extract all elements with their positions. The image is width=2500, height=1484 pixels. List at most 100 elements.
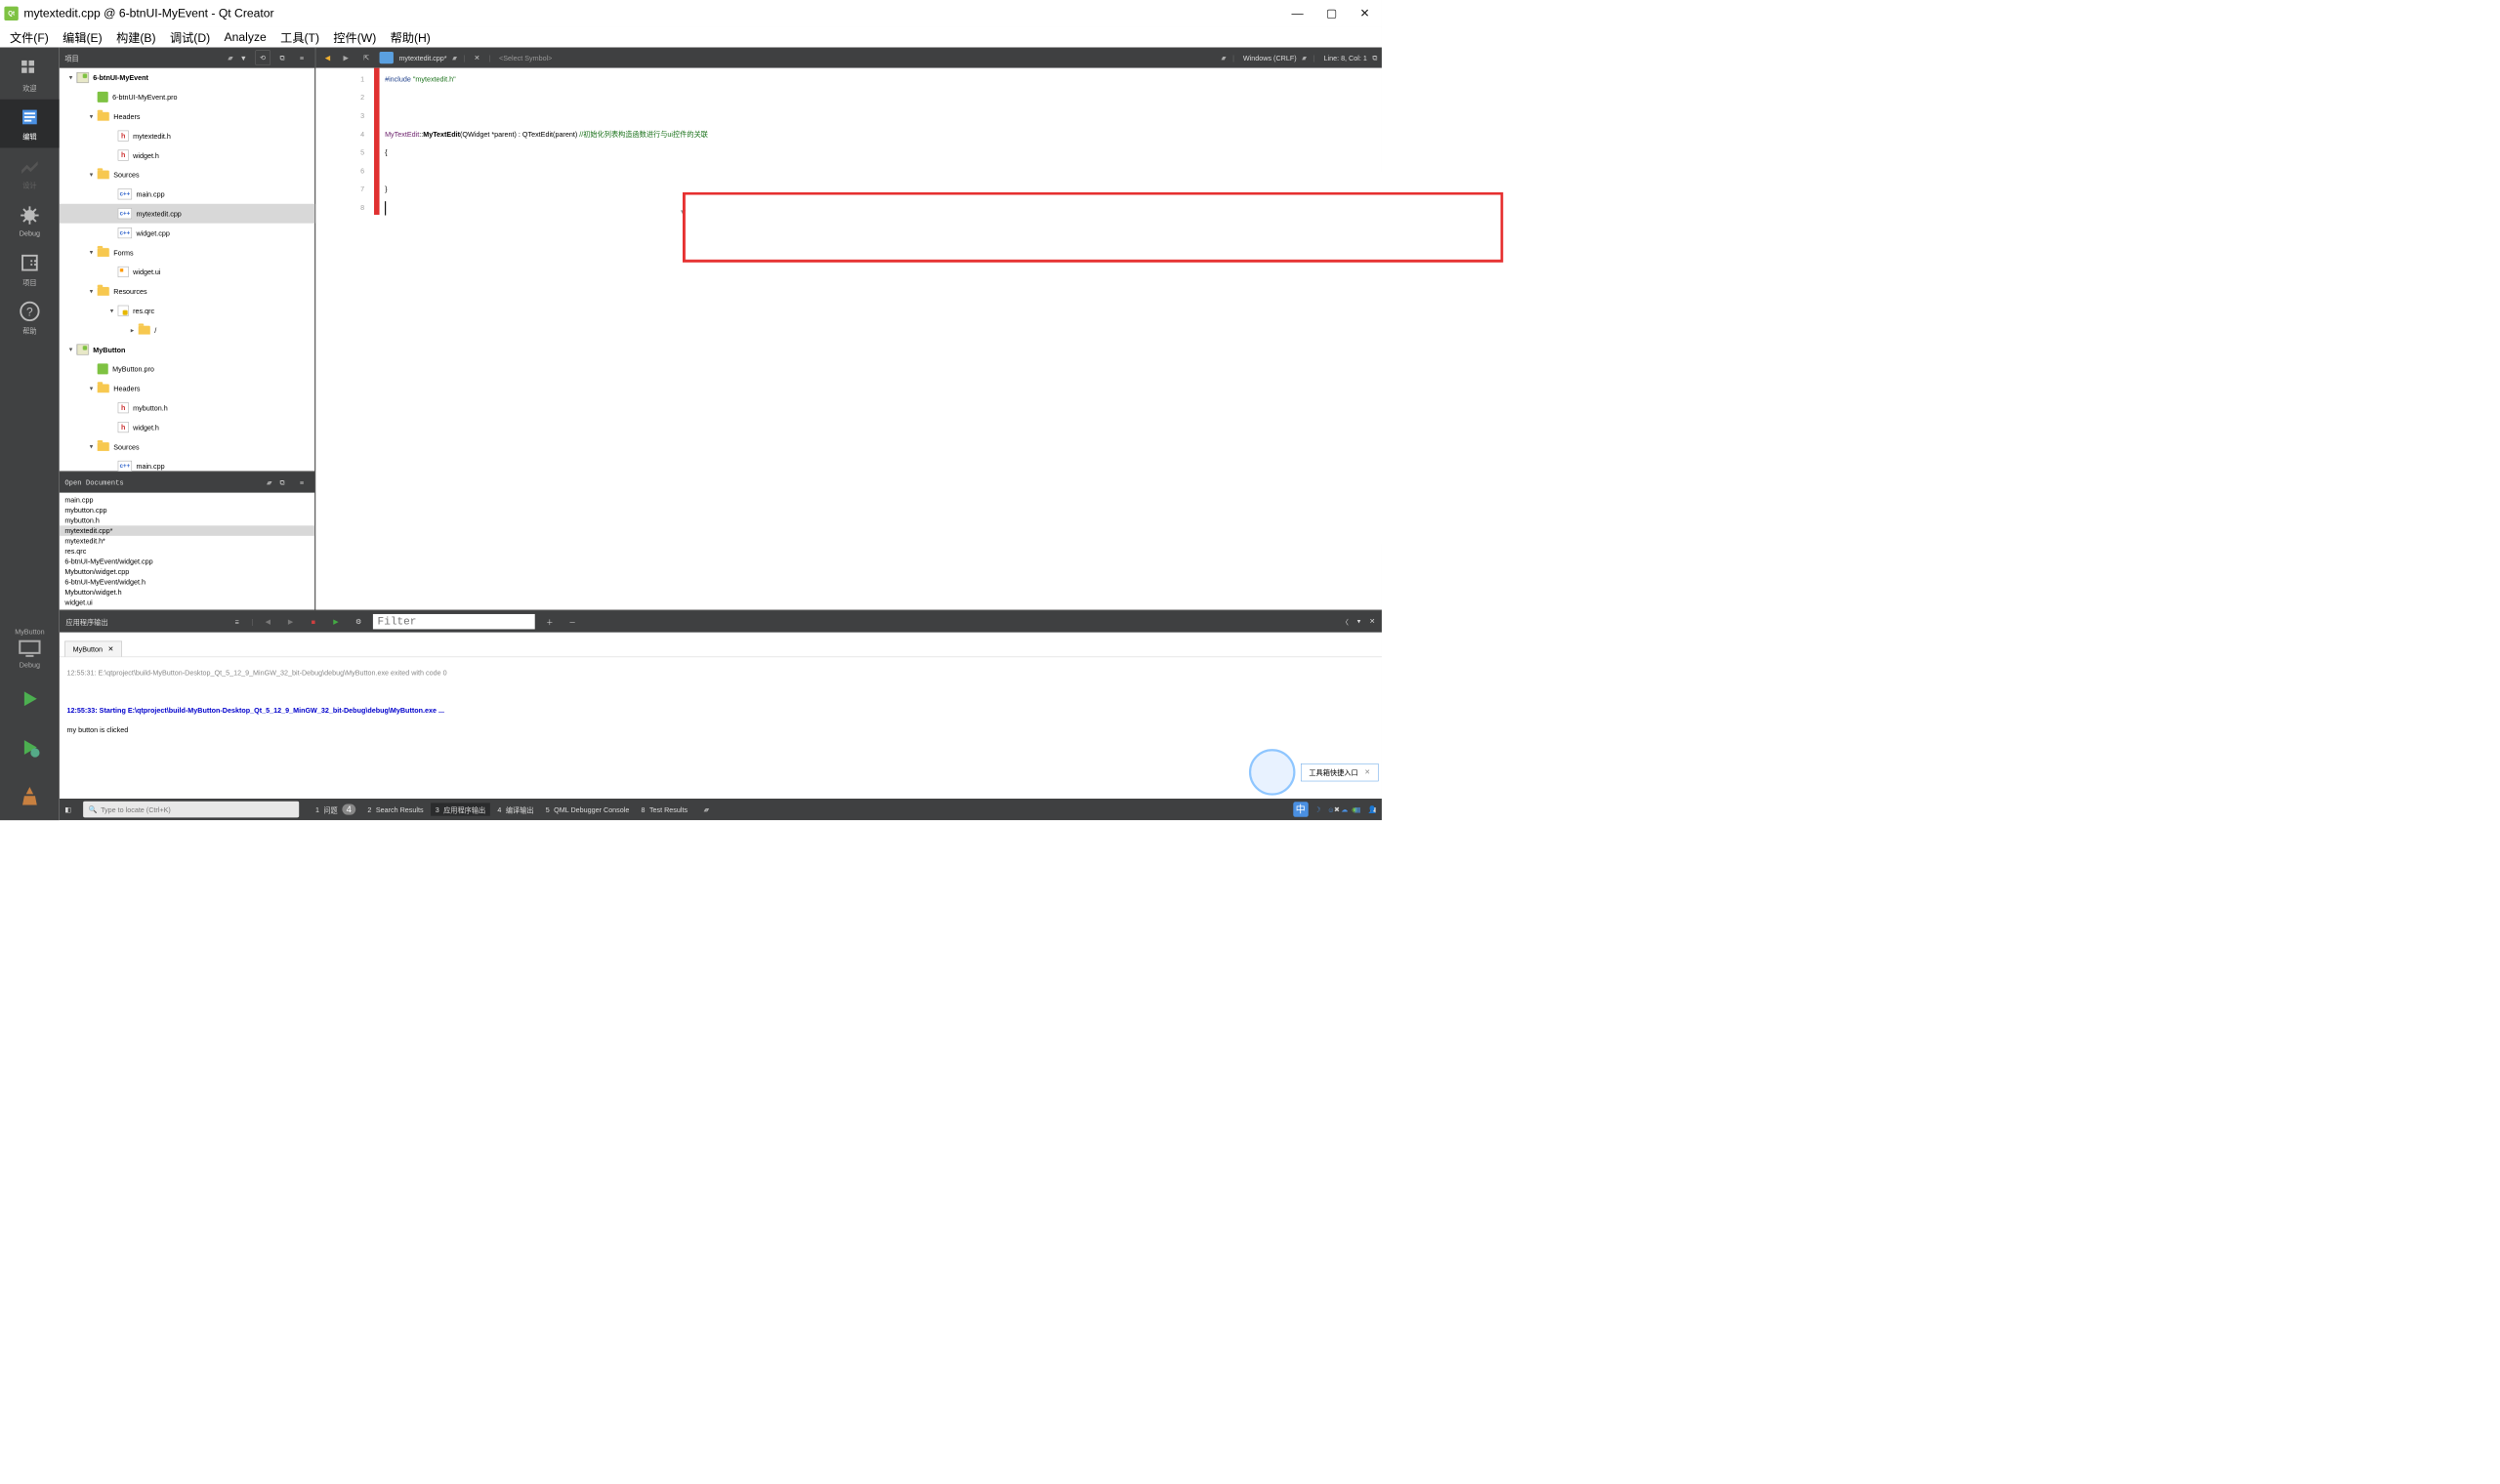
- tree-item[interactable]: hwidget.h: [60, 418, 314, 437]
- tree-item[interactable]: ▾Sources: [60, 165, 314, 185]
- output-settings-icon[interactable]: ≡: [229, 618, 245, 626]
- open-doc-item[interactable]: Mybutton/widget.h: [60, 587, 314, 598]
- ime-bar[interactable]: 中 ☽ ☺ ☁ ▦ 👤: [1293, 802, 1376, 816]
- open-doc-item[interactable]: 6-btnUI-MyEvent/widget.h: [60, 577, 314, 588]
- output-pane-tab[interactable]: 8 Test Results: [637, 803, 691, 815]
- menu-build[interactable]: 构建(B): [116, 28, 156, 46]
- tree-item[interactable]: ▾Sources: [60, 437, 314, 457]
- tree-item[interactable]: ▾Forms: [60, 243, 314, 263]
- panes-more-icon[interactable]: ▴▾: [704, 805, 708, 814]
- mode-debug[interactable]: Debug: [0, 196, 60, 245]
- tree-item[interactable]: c++main.cpp: [60, 457, 314, 472]
- tree-item[interactable]: 6-btnUI-MyEvent.pro: [60, 88, 314, 107]
- output-text[interactable]: 12:55:31: E:\qtproject\build-MyButton-De…: [60, 657, 1382, 799]
- ime-moon-icon[interactable]: ☽: [1314, 805, 1320, 814]
- panel-menu-icon[interactable]: ≡: [294, 474, 309, 489]
- tree-item[interactable]: ▾6-btnUI-MyEvent: [60, 68, 314, 88]
- open-doc-item[interactable]: main.cpp: [60, 495, 314, 506]
- run-debug-button[interactable]: [0, 723, 60, 772]
- output-pane-tab[interactable]: 1 问题4: [312, 803, 360, 815]
- dropdown-icon[interactable]: ▴▾: [267, 478, 271, 487]
- run-button[interactable]: [0, 675, 60, 723]
- symbol-selector[interactable]: <Select Symbol>: [499, 54, 552, 62]
- ime-lang-icon[interactable]: 中: [1293, 802, 1308, 816]
- ime-user-icon[interactable]: 👤: [1367, 805, 1376, 814]
- output-pane-tab[interactable]: 3 应用程序输出: [431, 803, 489, 815]
- mode-edit[interactable]: 编辑: [0, 100, 60, 148]
- split-editor-icon[interactable]: ⧉: [1372, 54, 1377, 62]
- ime-grid-icon[interactable]: ▦: [1354, 805, 1361, 814]
- nav-back-button[interactable]: ◀: [320, 54, 335, 62]
- output-zoom-out-icon[interactable]: －: [564, 616, 581, 627]
- tree-item[interactable]: ▸/: [60, 320, 314, 340]
- maximize-button[interactable]: ▢: [1326, 7, 1337, 21]
- panel-menu-icon[interactable]: ≡: [294, 50, 309, 64]
- tree-item[interactable]: hmybutton.h: [60, 398, 314, 418]
- open-doc-item[interactable]: mybutton.h: [60, 515, 314, 526]
- output-stop-icon[interactable]: ■: [306, 618, 322, 626]
- open-doc-item[interactable]: mytextedit.cpp*: [60, 525, 314, 536]
- ime-smile-icon[interactable]: ☺: [1327, 805, 1334, 813]
- tree-item[interactable]: widget.ui: [60, 263, 314, 282]
- tree-item[interactable]: ▾Headers: [60, 379, 314, 398]
- open-doc-item[interactable]: Mybutton/widget.cpp: [60, 566, 314, 577]
- output-tab[interactable]: MyButton✕: [64, 641, 121, 657]
- file-switch-icon[interactable]: ▴▾: [452, 54, 455, 62]
- menu-file[interactable]: 文件(F): [10, 28, 49, 46]
- tree-item[interactable]: hwidget.h: [60, 145, 314, 165]
- filter-icon[interactable]: ▼: [236, 50, 251, 64]
- open-doc-item[interactable]: mybutton.cpp: [60, 505, 314, 515]
- jump-icon[interactable]: ⇱: [359, 54, 374, 62]
- add-split-icon[interactable]: ⧉: [274, 474, 289, 489]
- ime-cloud-icon[interactable]: ☁: [1341, 805, 1348, 814]
- editor-filename[interactable]: mytextedit.cpp*: [398, 54, 446, 62]
- mode-help[interactable]: ?帮助: [0, 294, 60, 343]
- output-pane-tab[interactable]: 2 Search Results: [363, 803, 428, 815]
- open-doc-item[interactable]: widget.ui: [60, 598, 314, 608]
- tree-item[interactable]: c++main.cpp: [60, 185, 314, 204]
- cursor-position[interactable]: Line: 8, Col: 1: [1323, 54, 1366, 62]
- close-editor-button[interactable]: ✕: [474, 54, 479, 62]
- tree-item[interactable]: c++widget.cpp: [60, 224, 314, 243]
- kit-selector[interactable]: MyButton Debug: [15, 622, 44, 675]
- output-rerun-icon[interactable]: ▶: [328, 617, 345, 626]
- minimize-button[interactable]: —: [1291, 7, 1303, 21]
- close-tab-icon[interactable]: ✕: [107, 644, 113, 653]
- close-button[interactable]: ✕: [1360, 7, 1370, 21]
- toggle-sidebar-icon[interactable]: ◧: [64, 805, 71, 814]
- tree-item[interactable]: hmytextedit.h: [60, 126, 314, 145]
- locator-input[interactable]: 🔍 Type to locate (Ctrl+K): [83, 802, 299, 818]
- output-pane-tab[interactable]: 4 编译输出: [493, 803, 538, 815]
- menu-edit[interactable]: 编辑(E): [62, 28, 103, 46]
- menu-help[interactable]: 帮助(H): [391, 28, 431, 46]
- tree-item[interactable]: MyButton.pro: [60, 359, 314, 379]
- menu-tools[interactable]: 工具(T): [280, 28, 319, 46]
- tree-item[interactable]: c++mytextedit.cpp: [60, 204, 314, 224]
- output-filter-input[interactable]: [373, 614, 535, 629]
- open-doc-item[interactable]: res.qrc: [60, 546, 314, 556]
- output-prev-icon[interactable]: ◀: [260, 617, 276, 626]
- nav-forward-button[interactable]: ▶: [339, 54, 354, 62]
- tree-item[interactable]: ▾res.qrc: [60, 301, 314, 320]
- encoding-switch-icon[interactable]: ▴▾: [1302, 54, 1305, 62]
- mode-welcome[interactable]: 欢迎: [0, 51, 60, 100]
- fold-marker-icon[interactable]: ▾: [681, 203, 686, 222]
- output-pane-tab[interactable]: 5 QML Debugger Console: [541, 803, 633, 815]
- output-minimize-icon[interactable]: ▾: [1357, 616, 1361, 627]
- tree-item[interactable]: ▾Headers: [60, 106, 314, 126]
- dropdown-icon[interactable]: ▴▾: [228, 54, 231, 62]
- mode-design[interactable]: 设计: [0, 147, 60, 196]
- project-tree[interactable]: ▾6-btnUI-MyEvent6-btnUI-MyEvent.pro▾Head…: [60, 68, 314, 472]
- menu-widgets[interactable]: 控件(W): [333, 28, 376, 46]
- output-zoom-in-icon[interactable]: ＋: [542, 616, 559, 627]
- output-play-icon[interactable]: ▶: [282, 617, 299, 626]
- output-config-icon[interactable]: ⚙: [351, 617, 367, 626]
- code-content[interactable]: #include "mytextedit.h" MyTextEdit::MyTe…: [374, 68, 708, 610]
- tree-item[interactable]: ▾Resources: [60, 282, 314, 302]
- output-close-icon[interactable]: ✕: [1369, 616, 1375, 627]
- add-split-icon[interactable]: ⧉: [274, 50, 289, 64]
- line-ending-label[interactable]: Windows (CRLF): [1243, 54, 1297, 62]
- close-icon[interactable]: ✕: [1364, 767, 1370, 776]
- ime-avatar-icon[interactable]: [1249, 749, 1296, 796]
- menu-analyze[interactable]: Analyze: [225, 30, 267, 44]
